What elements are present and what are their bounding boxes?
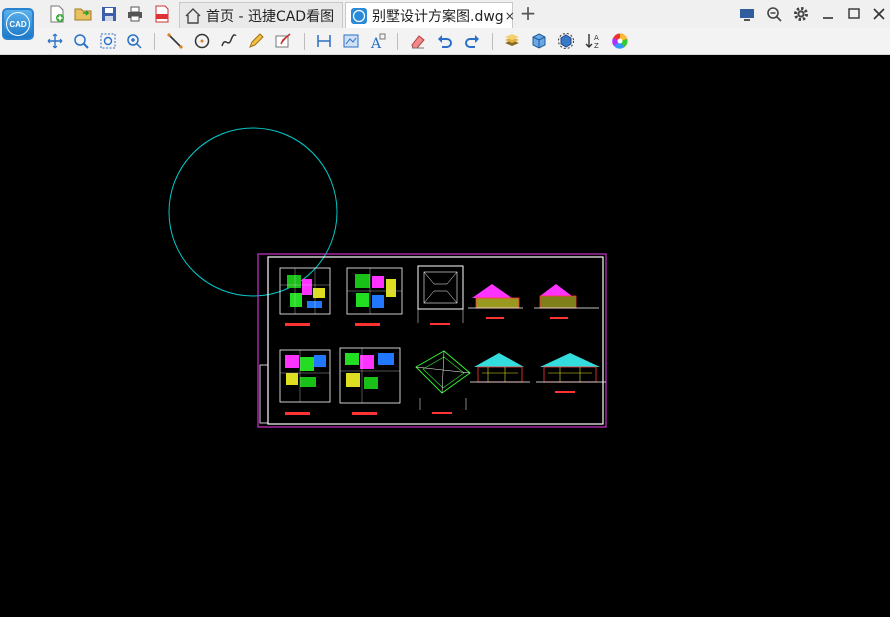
measure-distance-button[interactable] (314, 31, 334, 51)
new-file-button[interactable] (47, 4, 67, 24)
circle-tool-button[interactable] (192, 31, 212, 51)
markup-icon (275, 33, 291, 48)
minimize-button[interactable] (818, 4, 838, 24)
close-icon (873, 8, 885, 20)
home-icon (184, 7, 202, 25)
zoom-realtime-button[interactable] (124, 31, 144, 51)
sort-icon: AZ (585, 34, 599, 50)
pencil-icon (249, 33, 264, 48)
toolbar-separator (154, 33, 155, 50)
pdf-icon (155, 5, 169, 23)
measure-distance-icon (317, 35, 331, 47)
maximize-button[interactable] (844, 4, 864, 24)
redo-button[interactable] (462, 31, 482, 51)
eraser-icon (411, 35, 425, 49)
new-tab-button[interactable]: + (518, 3, 538, 24)
elevation-4 (536, 353, 606, 393)
color-wheel-icon (612, 33, 628, 49)
cad-drawing (168, 127, 607, 428)
new-file-icon (50, 5, 64, 23)
roof-plan-2 (415, 350, 471, 414)
zoom-button[interactable] (764, 4, 784, 24)
layers-icon (505, 34, 519, 46)
sort-order-button[interactable]: AZ (583, 31, 603, 51)
circle-icon (194, 33, 210, 49)
roof-plan-1 (417, 265, 464, 325)
toolbar-separator (492, 33, 493, 50)
close-window-button[interactable] (869, 4, 889, 24)
save-button[interactable] (99, 4, 119, 24)
polyline-icon (221, 34, 237, 47)
measure-area-button[interactable] (341, 31, 361, 51)
polyline-tool-button[interactable] (219, 31, 239, 51)
minimize-icon (823, 17, 833, 19)
pan-icon (47, 33, 63, 49)
tab-home[interactable]: 首页 - 迅捷CAD看图 (179, 2, 343, 28)
cad-circle (168, 127, 338, 297)
print-button[interactable] (125, 4, 145, 24)
svg-text:A: A (594, 34, 599, 42)
app-logo-text: CAD (6, 12, 30, 36)
elevation-1 (468, 284, 523, 319)
save-icon (102, 7, 116, 21)
tab-drawing[interactable]: 别墅设计方案图.dwg × (345, 2, 515, 28)
pencil-tool-button[interactable] (246, 31, 266, 51)
toolbar-separator (397, 33, 398, 50)
zoom-extents-button[interactable] (98, 31, 118, 51)
orbit-cube-icon (558, 33, 574, 49)
layers-button[interactable] (502, 31, 522, 51)
open-folder-icon (74, 8, 92, 21)
zoom-window-icon (74, 34, 89, 49)
undo-button[interactable] (435, 31, 455, 51)
svg-text:Z: Z (594, 42, 599, 50)
line-tool-button[interactable] (165, 31, 185, 51)
printer-icon (128, 6, 142, 22)
elevation-2 (534, 284, 599, 319)
maximize-icon (848, 8, 860, 19)
color-picker-button[interactable] (610, 31, 630, 51)
zoom-realtime-icon (127, 34, 142, 49)
title-bar: CAD 首页 - 迅捷CAD看图 别墅设计方案图.dwg × + (0, 0, 890, 40)
3d-view-button[interactable] (529, 31, 549, 51)
magnifier-icon (767, 7, 782, 22)
zoom-extents-icon (100, 33, 116, 49)
markup-button[interactable] (273, 31, 293, 51)
text-tool-button[interactable]: A (368, 31, 388, 51)
redo-icon (465, 35, 479, 48)
tab-home-label: 首页 - 迅捷CAD看图 (206, 8, 335, 25)
app-logo[interactable]: CAD (2, 8, 34, 40)
tab-drawing-label: 别墅设计方案图.dwg (372, 8, 504, 25)
drawing-toolbar: A AZ (0, 28, 890, 55)
export-pdf-button[interactable] (152, 4, 172, 24)
floor-plan-4 (339, 347, 401, 415)
floor-plan-1 (279, 267, 331, 326)
cad-file-icon (350, 7, 368, 25)
cube-icon (532, 33, 546, 49)
floor-plan-3 (279, 349, 331, 415)
measure-area-icon (343, 34, 359, 48)
elevation-3 (470, 353, 530, 383)
line-icon (167, 33, 183, 49)
pan-button[interactable] (45, 31, 65, 51)
undo-icon (438, 35, 452, 48)
drawing-canvas[interactable] (0, 55, 890, 613)
3d-orbit-button[interactable] (556, 31, 576, 51)
tab-close-button[interactable]: × (505, 9, 515, 23)
inner-border (267, 256, 604, 425)
toolbar-separator (304, 33, 305, 50)
screen-mode-button[interactable] (737, 4, 757, 24)
eraser-button[interactable] (408, 31, 428, 51)
floor-plan-2 (346, 267, 403, 326)
zoom-window-button[interactable] (71, 31, 91, 51)
title-block (259, 364, 269, 424)
settings-button[interactable] (791, 4, 811, 24)
monitor-icon (740, 9, 754, 21)
text-icon: A (370, 33, 386, 50)
open-file-button[interactable] (73, 4, 93, 24)
gear-icon (794, 7, 808, 21)
